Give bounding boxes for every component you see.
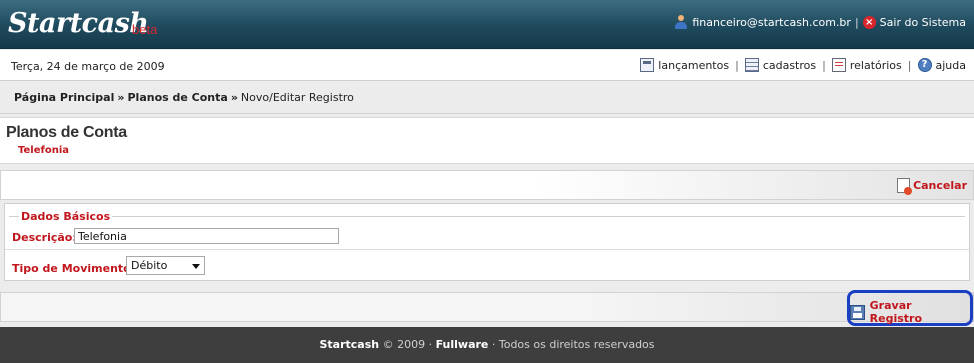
footer-rights: · Todos os direitos reservados: [491, 338, 655, 351]
logout-link[interactable]: Sair do Sistema: [880, 16, 966, 29]
basic-data-fieldset: Dados Básicos Descrição: Tipo de Movimen…: [4, 203, 970, 281]
tipo-row: Tipo de Movimento: Débito: [5, 250, 969, 280]
table-icon[interactable]: [744, 58, 759, 72]
breadcrumb: Página Principal» Planos de Conta» Novo/Ed…: [14, 91, 354, 104]
footer: Startcash © 2009 · Fullware · Todos os d…: [0, 327, 974, 363]
menu-ajuda[interactable]: ajuda: [936, 59, 967, 72]
separator: |: [735, 58, 739, 72]
tipo-movimento-value: Débito: [131, 259, 168, 272]
report-icon[interactable]: [831, 58, 846, 72]
descricao-input[interactable]: [74, 228, 339, 244]
menu-lancamentos[interactable]: lançamentos: [658, 59, 729, 72]
menu-relatorios[interactable]: relatórios: [850, 59, 902, 72]
tipo-movimento-select[interactable]: Débito: [126, 256, 205, 275]
floppy-disk-icon: [850, 304, 865, 320]
top-header: Startcash beta financeiro@startcash.com.…: [0, 0, 974, 49]
date-menu-bar: Terça, 24 de março de 2009 lançamentos |…: [0, 50, 974, 81]
save-bar: Gravar Registro: [0, 290, 974, 326]
page-title-box: Planos de Conta Telefonia: [0, 117, 974, 164]
page-title: Planos de Conta: [6, 124, 127, 141]
current-date: Terça, 24 de março de 2009: [11, 60, 165, 73]
tipo-movimento-label: Tipo de Movimento:: [12, 262, 136, 275]
cancel-button[interactable]: Cancelar: [897, 178, 967, 195]
breadcrumb-bar: Página Principal» Planos de Conta» Novo/Ed…: [0, 82, 974, 114]
footer-brand: Startcash: [319, 338, 380, 351]
breadcrumb-sep: »: [117, 91, 125, 104]
footer-company-link[interactable]: Fullware: [436, 338, 489, 351]
save-label: Gravar Registro: [869, 299, 923, 325]
breadcrumb-current: Novo/Editar Registro: [240, 91, 354, 104]
logo[interactable]: Startcash: [8, 8, 149, 39]
menu-cadastros[interactable]: cadastros: [763, 59, 816, 72]
logout-icon[interactable]: ×: [862, 15, 876, 29]
user-links: financeiro@startcash.com.br | × Sair do …: [674, 15, 966, 29]
cancel-label: Cancelar: [913, 179, 967, 192]
cancel-document-icon: [897, 178, 913, 195]
action-bar: Cancelar: [0, 170, 974, 200]
page-subtitle: Telefonia: [18, 145, 70, 156]
breadcrumb-sep: »: [230, 91, 238, 104]
logo-beta-tag: beta: [132, 22, 158, 37]
separator: |: [907, 58, 912, 72]
fieldset-border: [9, 216, 965, 217]
user-email-link[interactable]: financeiro@startcash.com.br: [692, 16, 851, 29]
breadcrumb-section[interactable]: Planos de Conta: [127, 91, 227, 104]
main-menu: lançamentos | cadastros | relatórios | ?…: [640, 58, 966, 72]
save-button[interactable]: Gravar Registro: [847, 290, 973, 326]
save-button-content: Gravar Registro: [850, 299, 965, 325]
separator: |: [822, 58, 826, 72]
separator: |: [854, 15, 859, 29]
descricao-row: Descrição:: [5, 220, 969, 250]
chevron-down-icon: [192, 264, 200, 269]
descricao-label: Descrição:: [12, 231, 77, 244]
user-icon: [674, 15, 688, 29]
footer-copyright: © 2009 ·: [382, 338, 433, 351]
breadcrumb-home[interactable]: Página Principal: [14, 91, 114, 104]
help-icon[interactable]: ?: [917, 58, 932, 72]
calculator-icon[interactable]: [640, 58, 655, 72]
